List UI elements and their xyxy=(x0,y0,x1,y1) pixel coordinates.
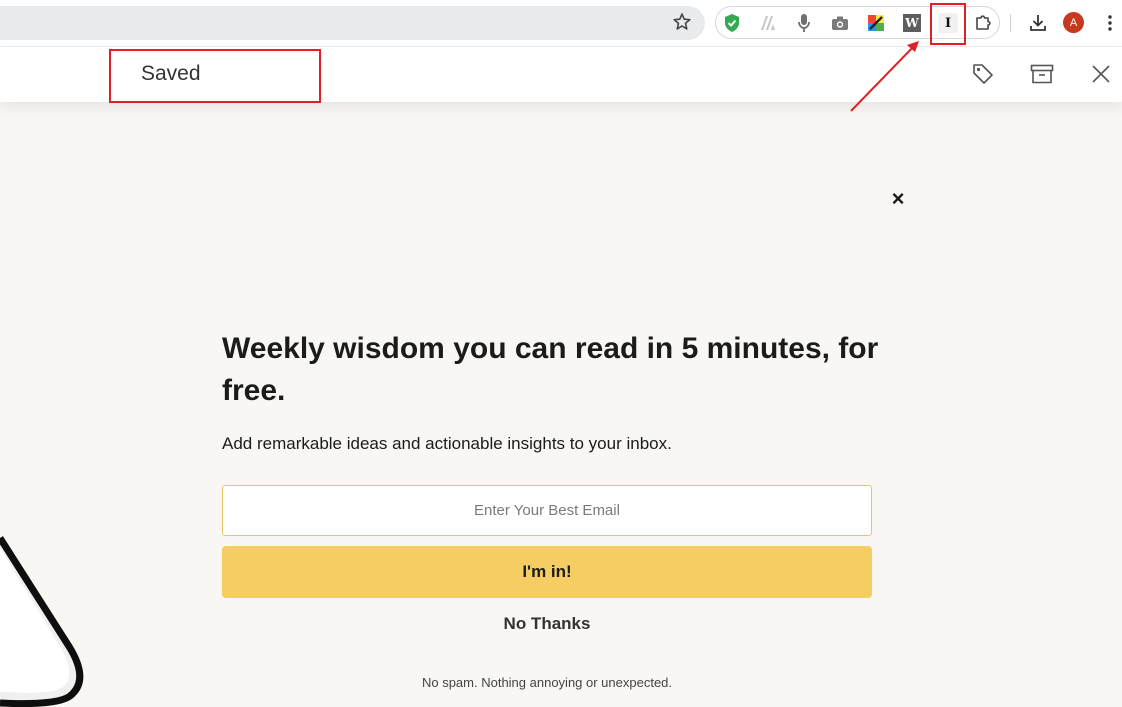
annotation-box-saved xyxy=(109,49,321,103)
toolbar-divider xyxy=(1010,14,1011,32)
no-thanks-link[interactable]: No Thanks xyxy=(222,614,872,634)
modal-headline: Weekly wisdom you can read in 5 minutes,… xyxy=(222,332,879,407)
tag-icon[interactable] xyxy=(972,63,994,85)
tabs-extension-icon[interactable] xyxy=(757,12,779,34)
close-icon[interactable] xyxy=(1090,63,1112,85)
camera-extension-icon[interactable] xyxy=(829,12,851,34)
kebab-menu-icon[interactable] xyxy=(1099,12,1121,34)
address-bar[interactable] xyxy=(0,6,705,40)
download-icon[interactable] xyxy=(1027,12,1049,34)
annotation-box-extension xyxy=(930,3,966,45)
modal-subtext: Add remarkable ideas and actionable insi… xyxy=(222,434,672,453)
w-extension-label: W xyxy=(903,14,921,32)
email-field[interactable] xyxy=(222,485,872,536)
avatar[interactable]: A xyxy=(1063,12,1084,33)
color-picker-extension-icon[interactable] xyxy=(865,12,887,34)
annotation-arrow xyxy=(850,41,919,112)
modal-close-icon[interactable]: × xyxy=(887,188,909,210)
star-icon[interactable] xyxy=(671,11,693,33)
subscribe-button[interactable]: I'm in! xyxy=(222,546,872,598)
microphone-extension-icon[interactable] xyxy=(793,12,815,34)
no-spam-note: No spam. Nothing annoying or unexpected. xyxy=(421,675,673,690)
puzzle-extensions-icon[interactable] xyxy=(973,11,995,33)
archive-icon[interactable] xyxy=(1030,63,1054,85)
phone-illustration xyxy=(0,536,84,707)
shield-extension-icon[interactable] xyxy=(721,12,743,34)
w-extension-icon[interactable]: W xyxy=(901,12,923,34)
